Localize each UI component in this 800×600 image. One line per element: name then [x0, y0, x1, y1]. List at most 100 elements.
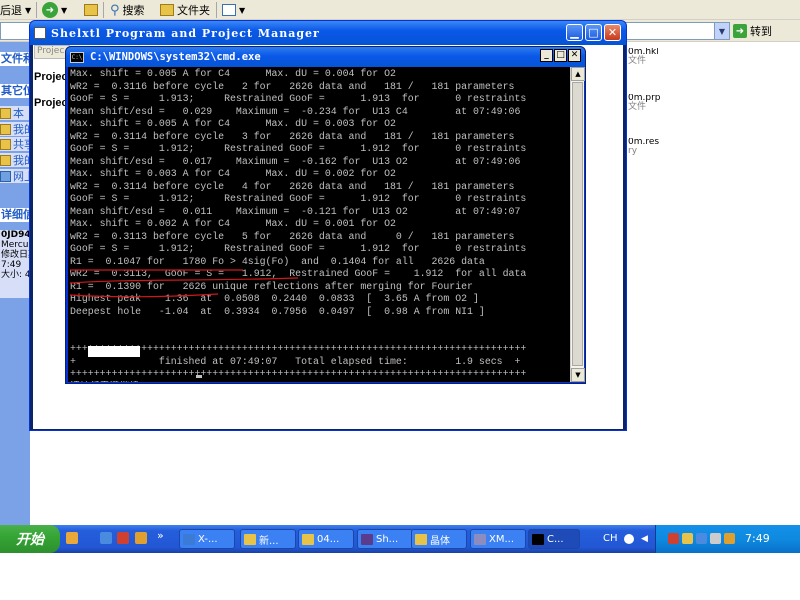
- folder-icon: [0, 123, 11, 135]
- file-type: 文件: [628, 56, 647, 66]
- folders-icon: [160, 4, 174, 16]
- taskbar-button-label: 04...: [317, 533, 340, 545]
- taskbar-button-label: C...: [547, 533, 564, 545]
- folders-label: 文件夹: [177, 4, 210, 17]
- scroll-thumb[interactable]: [572, 82, 583, 366]
- cmd-window: C:\ C:\WINDOWS\system32\cmd.exe _ □ ✕ Ma…: [65, 46, 586, 384]
- taskbar-app-icon: [415, 533, 427, 545]
- search-label: 搜索: [122, 4, 145, 17]
- other-places-header[interactable]: 其它位: [0, 84, 30, 98]
- taskbar-button-label: XM...: [489, 533, 515, 545]
- up-folder-icon: [84, 4, 98, 16]
- taskbar-button[interactable]: C...: [528, 529, 580, 549]
- tray-icon[interactable]: [668, 533, 679, 544]
- detail-time: 7:49: [1, 260, 22, 270]
- place-link-label: 我的: [13, 154, 30, 167]
- tray-expand-icon[interactable]: ◀: [641, 534, 648, 544]
- network-icon: [0, 170, 11, 182]
- file-item[interactable]: 0m.hkl 文件: [628, 48, 668, 66]
- taskbar-button[interactable]: 04...: [298, 529, 354, 549]
- place-link[interactable]: 本: [0, 106, 30, 120]
- views-grid-icon: [222, 4, 236, 16]
- network-tray-icon[interactable]: [696, 533, 707, 544]
- shelxtl-titlebar[interactable]: Shelxtl Program and Project Manager ▁ □ …: [30, 21, 626, 45]
- search-button[interactable]: ⚲ 搜索: [110, 1, 145, 19]
- clock[interactable]: 7:49: [745, 532, 770, 545]
- toolbar-separator: [36, 2, 37, 18]
- up-folder-button[interactable]: [84, 1, 98, 19]
- place-link-label: 我的: [13, 123, 30, 136]
- red-annotation-underlines: [69, 269, 299, 298]
- address-dropdown-icon[interactable]: ▼: [714, 23, 729, 39]
- folder-icon: [0, 138, 11, 150]
- close-button[interactable]: ✕: [604, 24, 621, 41]
- explorer-toolbar: 后退 ▼ ➜ ▼ ⚲ 搜索 文件夹 ▼: [0, 0, 800, 20]
- system-tray: [655, 525, 800, 553]
- folder-icon: [0, 107, 11, 119]
- quicklaunch-icon[interactable]: [117, 532, 129, 544]
- taskbar-button[interactable]: Sh...: [357, 529, 413, 549]
- explorer-task-pane: 文件和 其它位 本 我的 共享 我的 网上 详细信 0JD94_ Mercury…: [0, 42, 30, 525]
- minimize-button[interactable]: ▁: [566, 24, 583, 41]
- quicklaunch-icon[interactable]: [135, 532, 147, 544]
- taskbar-button-label: 晶体: [430, 535, 450, 547]
- file-item[interactable]: 0m.prp 文件: [628, 94, 668, 112]
- cmd-scrollbar[interactable]: ▲ ▼: [570, 67, 585, 382]
- tray-icon[interactable]: [710, 533, 721, 544]
- file-item[interactable]: 0m.res ry: [628, 138, 668, 156]
- go-button[interactable]: ➜ 转到: [733, 22, 772, 40]
- back-button[interactable]: 后退 ▼: [0, 1, 31, 19]
- place-link[interactable]: 我的: [0, 122, 30, 136]
- forward-button[interactable]: ➜ ▼: [42, 1, 67, 19]
- forward-arrow-icon: ➜: [42, 2, 58, 18]
- back-dropdown-icon[interactable]: ▼: [25, 6, 31, 15]
- quicklaunch-icon[interactable]: [66, 532, 78, 544]
- taskbar: 开始 » X-... 新... 04... Sh... 晶体 XM... C... CH ◀…: [0, 525, 800, 553]
- place-link[interactable]: 网上: [0, 169, 30, 183]
- taskbar-button[interactable]: 新...: [240, 529, 296, 549]
- taskbar-button[interactable]: 晶体: [411, 529, 467, 549]
- taskbar-app-icon: [244, 533, 256, 545]
- project-label[interactable]: Projec: [34, 97, 68, 109]
- maximize-button[interactable]: □: [585, 24, 602, 41]
- forward-dropdown-icon[interactable]: ▼: [61, 6, 67, 15]
- language-indicator[interactable]: CH: [603, 533, 618, 544]
- security-tray-icon[interactable]: [724, 533, 735, 544]
- taskbar-app-icon: [302, 533, 314, 545]
- project-label[interactable]: Projec: [34, 71, 68, 83]
- place-link-label: 网上: [13, 170, 30, 183]
- views-dropdown-icon: ▼: [239, 5, 246, 15]
- toolbar-separator: [103, 2, 104, 18]
- console-cursor: [196, 375, 202, 378]
- scroll-down-icon[interactable]: ▼: [571, 368, 585, 382]
- file-type: ry: [628, 146, 638, 156]
- cmd-titlebar[interactable]: C:\ C:\WINDOWS\system32\cmd.exe _ □ ✕: [66, 47, 585, 67]
- detail-size: 大小: 4: [1, 270, 30, 280]
- back-label: 后退: [0, 4, 22, 17]
- place-link[interactable]: 共享: [0, 137, 30, 151]
- folders-button[interactable]: 文件夹: [160, 1, 210, 19]
- details-panel: 0JD94_ Mercury 修改日期 7:49 大小: 4: [0, 230, 30, 298]
- views-button[interactable]: ▼: [222, 1, 245, 19]
- file-tasks-header[interactable]: 文件和: [0, 52, 30, 66]
- taskbar-button-label: Sh...: [376, 533, 399, 545]
- cmd-close-button[interactable]: ✕: [568, 49, 581, 62]
- quicklaunch-chevron-icon[interactable]: »: [157, 529, 164, 542]
- cmd-minimize-button[interactable]: _: [540, 49, 553, 62]
- underline-wr2: [69, 277, 299, 284]
- taskbar-button[interactable]: XM...: [470, 529, 526, 549]
- details-header[interactable]: 详细信: [0, 208, 30, 222]
- help-icon[interactable]: [624, 534, 634, 544]
- taskbar-app-icon: [361, 533, 373, 545]
- place-link[interactable]: 我的: [0, 153, 30, 167]
- cmd-console[interactable]: Max. shift = 0.005 A for C4 Max. dU = 0.…: [68, 67, 570, 382]
- quicklaunch-icon[interactable]: [100, 532, 112, 544]
- cmd-maximize-button[interactable]: □: [554, 49, 567, 62]
- start-button[interactable]: 开始: [0, 525, 60, 553]
- scroll-up-icon[interactable]: ▲: [571, 67, 585, 81]
- folder-icon: [0, 154, 11, 166]
- tray-icon[interactable]: [682, 533, 693, 544]
- taskbar-button[interactable]: X-...: [179, 529, 235, 549]
- desktop-screen: 后退 ▼ ➜ ▼ ⚲ 搜索 文件夹 ▼ ▼ ➜ 转到 文件和 其它位 本 我的 …: [0, 0, 800, 600]
- detail-modified: 修改日期: [1, 250, 30, 260]
